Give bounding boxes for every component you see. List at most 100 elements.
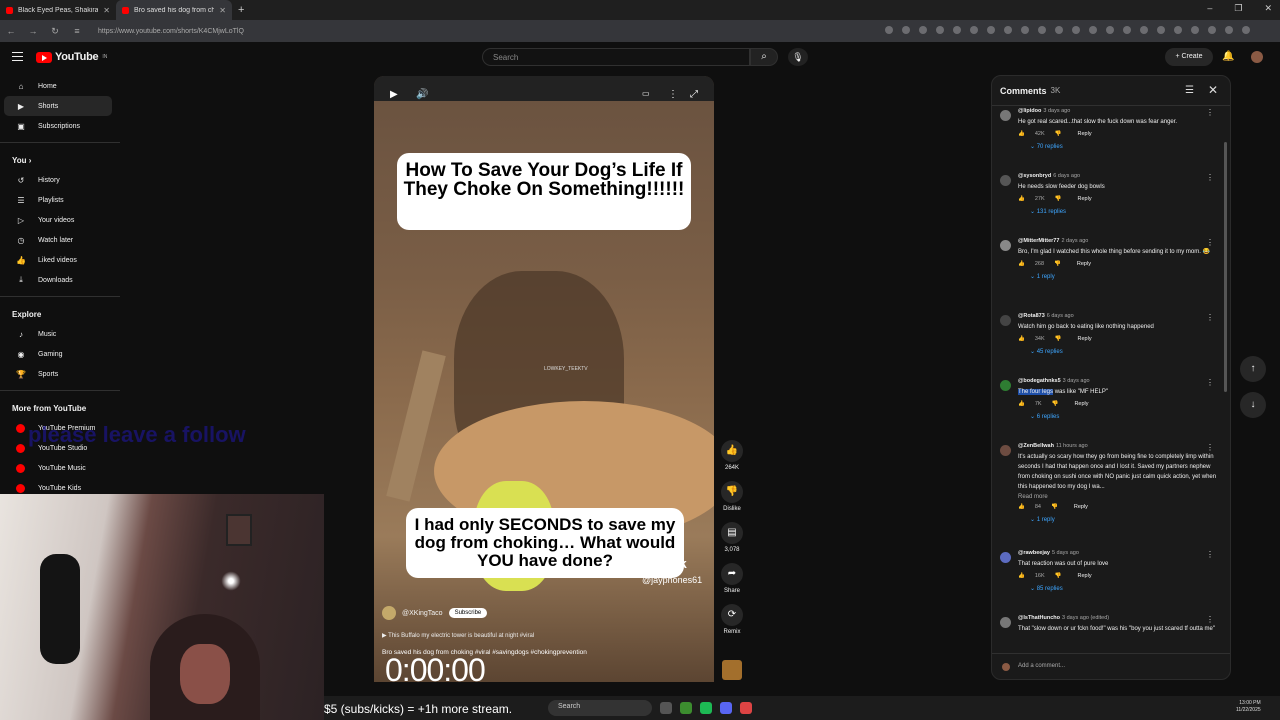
thumbs-down-icon[interactable]: 👎 — [1054, 261, 1061, 267]
captions-icon[interactable]: ▭ — [642, 89, 650, 98]
extension-icon[interactable] — [1072, 26, 1080, 34]
reply-button[interactable]: Reply — [1074, 504, 1088, 510]
reply-button[interactable]: Reply — [1078, 131, 1092, 137]
avatar[interactable] — [1000, 380, 1011, 391]
search-button[interactable]: ⌕ — [750, 48, 778, 66]
thumbs-up-icon[interactable]: 👍 — [1018, 196, 1025, 202]
volume-icon[interactable]: 🔊 — [416, 89, 428, 100]
play-icon[interactable]: ▶ — [390, 89, 398, 100]
extension-icon[interactable] — [1055, 26, 1063, 34]
sidebar-item-watch-later[interactable]: ◷ Watch later — [4, 230, 112, 250]
sort-icon[interactable]: ☰ — [1185, 85, 1194, 96]
extension-icon[interactable] — [936, 26, 944, 34]
sidebar-item-sports[interactable]: 🏆 Sports — [4, 364, 112, 384]
reply-button[interactable]: Reply — [1078, 573, 1092, 579]
view-replies-button[interactable]: ⌄ 70 replies — [1030, 143, 1218, 150]
thumbs-up-icon[interactable]: 👍 — [1018, 261, 1025, 267]
reply-button[interactable]: Reply — [1078, 196, 1092, 202]
menu-icon[interactable] — [12, 52, 23, 61]
sidebar-item-your-videos[interactable]: ▷ Your videos — [4, 210, 112, 230]
thumbs-down-icon[interactable]: 👎 — [1055, 131, 1062, 137]
sidebar-item-liked-videos[interactable]: 👍 Liked videos — [4, 250, 112, 270]
maximize-button[interactable]: ❐ — [1234, 3, 1242, 14]
comment-username[interactable]: @ZenBellwah — [1018, 443, 1054, 449]
reply-button[interactable]: Reply — [1074, 401, 1088, 407]
url-field[interactable]: https://www.youtube.com/shorts/K4CMjwLoT… — [98, 28, 244, 35]
comment-username[interactable]: @sysonbryd — [1018, 173, 1051, 179]
sidebar-item-gaming[interactable]: ◉ Gaming — [4, 344, 112, 364]
comment-author[interactable]: @MitterMitter77 2 days ago — [1018, 238, 1218, 244]
read-more-link[interactable]: Read more — [1018, 494, 1218, 500]
sidebar-item-shorts[interactable]: ▶ Shorts — [4, 96, 112, 116]
comment-username[interactable]: @bodegathnks5 — [1018, 378, 1061, 384]
extension-icon[interactable] — [1038, 26, 1046, 34]
minimize-button[interactable]: – — [1207, 3, 1212, 14]
comment-username[interactable]: @rawbeejay — [1018, 550, 1050, 556]
extension-icon[interactable] — [1004, 26, 1012, 34]
extension-icon[interactable] — [1208, 26, 1216, 34]
site-info-icon[interactable]: ≡ — [72, 26, 82, 36]
comment-author[interactable]: @lipidoo 3 days ago — [1018, 108, 1218, 114]
subscribe-button[interactable]: Subscribe — [448, 608, 488, 618]
comment-author[interactable]: @rawbeejay 5 days ago — [1018, 550, 1218, 556]
thumbs-down-icon[interactable]: 👎 — [1055, 573, 1062, 579]
close-window-button[interactable]: ✕ — [1264, 3, 1272, 14]
extension-icon[interactable] — [1174, 26, 1182, 34]
view-replies-button[interactable]: ⌄ 45 replies — [1030, 348, 1218, 355]
more-actions-icon[interactable]: ⋮ — [1206, 443, 1214, 452]
extension-icon[interactable] — [1123, 26, 1131, 34]
extension-icon[interactable] — [987, 26, 995, 34]
avatar[interactable] — [1000, 445, 1011, 456]
next-short-button[interactable]: ↓ — [1240, 392, 1266, 418]
browser-tab-active[interactable]: Bro saved his dog from choking ✕ — [116, 0, 232, 20]
extension-icon[interactable] — [1225, 26, 1233, 34]
sidebar-item-music-app[interactable]: YouTube Music — [4, 458, 112, 478]
more-actions-icon[interactable]: ⋮ — [1206, 108, 1214, 117]
extension-icon[interactable] — [953, 26, 961, 34]
account-avatar[interactable] — [1251, 51, 1263, 63]
reply-button[interactable]: Reply — [1077, 261, 1091, 267]
previous-short-button[interactable]: ↑ — [1240, 356, 1266, 382]
search-input[interactable]: Search — [482, 48, 750, 66]
sidebar-item-subscriptions[interactable]: ▣ Subscriptions — [4, 116, 112, 136]
share-button[interactable]: ➦ Share — [718, 563, 746, 594]
reload-icon[interactable]: ↻ — [50, 26, 60, 37]
taskbar-app-icon[interactable] — [660, 702, 672, 714]
sidebar-item-home[interactable]: ⌂ Home — [4, 76, 112, 96]
more-options-icon[interactable]: ⋮ — [668, 89, 678, 100]
spotify-icon[interactable] — [700, 702, 712, 714]
thumbs-up-icon[interactable]: 👍 — [1018, 131, 1025, 137]
new-tab-button[interactable]: + — [238, 4, 244, 16]
comment-author[interactable]: @bodegathnks5 3 days ago — [1018, 378, 1218, 384]
create-button[interactable]: + Create — [1165, 48, 1213, 66]
view-replies-button[interactable]: ⌄ 131 replies — [1030, 208, 1218, 215]
chrome-icon[interactable] — [680, 702, 692, 714]
sidebar-item-downloads[interactable]: ⤓ Downloads — [4, 270, 112, 290]
taskbar-search[interactable]: Search — [548, 700, 652, 716]
youtube-logo[interactable]: YouTube IN — [36, 51, 107, 63]
extension-icon[interactable] — [1140, 26, 1148, 34]
add-comment-input[interactable]: Add a comment... — [992, 653, 1230, 679]
music-line[interactable]: ▶ This Buffalo my electric tower is beau… — [382, 632, 534, 639]
extension-icon[interactable] — [1021, 26, 1029, 34]
more-actions-icon[interactable]: ⋮ — [1206, 378, 1214, 387]
close-icon[interactable]: ✕ — [1208, 83, 1218, 97]
avatar[interactable] — [1000, 175, 1011, 186]
forward-icon[interactable]: → — [28, 26, 38, 36]
more-actions-icon[interactable]: ⋮ — [1206, 238, 1214, 247]
reply-button[interactable]: Reply — [1078, 336, 1092, 342]
extension-icon[interactable] — [919, 26, 927, 34]
view-replies-button[interactable]: ⌄ 1 reply — [1030, 516, 1218, 523]
browser-tab[interactable]: Black Eyed Peas, Shakira - GIRL ✕ — [0, 0, 116, 20]
taskbar-app-icon[interactable] — [740, 702, 752, 714]
sidebar-item-playlists[interactable]: ☰ Playlists — [4, 190, 112, 210]
thumbs-down-icon[interactable]: 👎 — [1051, 504, 1058, 510]
comment-author[interactable]: @IsThatHuncho 3 days ago (edited) — [1018, 615, 1218, 621]
comment-author[interactable]: @sysonbryd 6 days ago — [1018, 173, 1218, 179]
avatar[interactable] — [1000, 552, 1011, 563]
view-replies-button[interactable]: ⌄ 6 replies — [1030, 413, 1218, 420]
thumbs-down-icon[interactable]: 👎 — [1055, 196, 1062, 202]
fullscreen-icon[interactable]: ⤢ — [690, 89, 698, 100]
comment-username[interactable]: @MitterMitter77 — [1018, 238, 1059, 244]
comment-author[interactable]: @ZenBellwah 11 hours ago — [1018, 443, 1218, 449]
